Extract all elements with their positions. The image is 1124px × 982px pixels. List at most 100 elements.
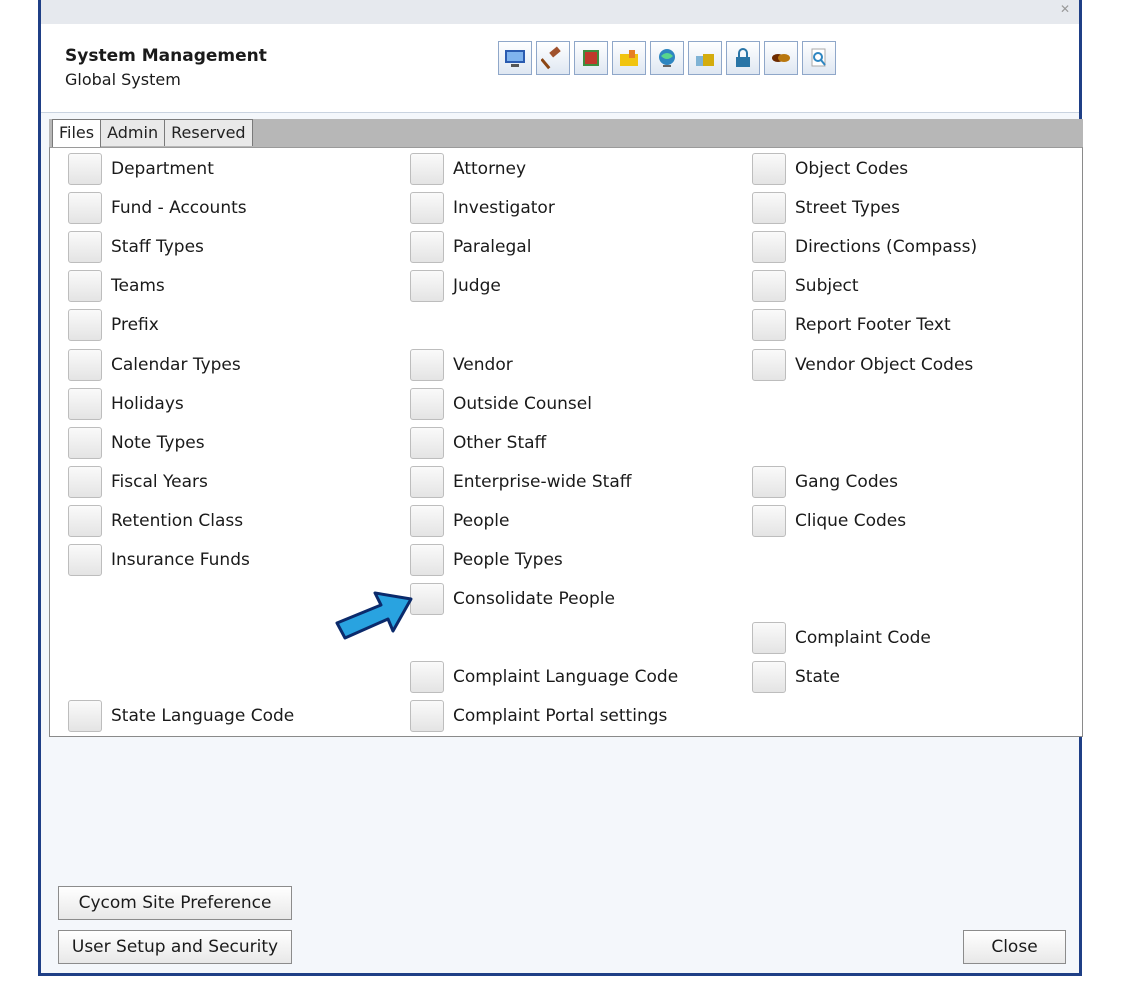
file-item-vendor[interactable]: Vendor <box>410 348 513 382</box>
file-item-note-types[interactable]: Note Types <box>68 426 205 460</box>
item-button[interactable] <box>410 700 444 733</box>
file-item-fiscal-years[interactable]: Fiscal Years <box>68 465 208 499</box>
gavel-icon[interactable] <box>536 41 570 75</box>
file-item-judge[interactable]: Judge <box>410 269 501 303</box>
book-icon[interactable] <box>574 41 608 75</box>
item-button[interactable] <box>752 153 786 185</box>
file-item-fund-accounts[interactable]: Fund - Accounts <box>68 191 247 225</box>
item-button[interactable] <box>752 270 786 303</box>
file-item-vendor-object-codes[interactable]: Vendor Object Codes <box>752 348 973 382</box>
file-item-staff-types[interactable]: Staff Types <box>68 230 204 264</box>
item-button[interactable] <box>752 231 786 264</box>
system-management-window: ✕ System Management Global System Files … <box>38 0 1083 976</box>
toolbar <box>498 41 836 77</box>
globe-icon[interactable] <box>650 41 684 75</box>
item-button[interactable] <box>410 465 444 498</box>
file-item-other-staff[interactable]: Other Staff <box>410 426 546 460</box>
item-button[interactable] <box>752 622 786 655</box>
item-button[interactable] <box>752 661 786 694</box>
file-item-object-codes[interactable]: Object Codes <box>752 152 908 186</box>
item-button[interactable] <box>68 270 102 303</box>
close-button[interactable]: Close <box>963 930 1066 964</box>
item-button[interactable] <box>68 387 102 420</box>
file-item-state[interactable]: State <box>752 660 840 694</box>
file-item-prefix[interactable]: Prefix <box>68 308 159 342</box>
user-setup-security-button[interactable]: User Setup and Security <box>58 930 292 964</box>
monitor-icon[interactable] <box>498 41 532 75</box>
item-label: Complaint Portal settings <box>453 706 668 727</box>
file-item-subject[interactable]: Subject <box>752 269 859 303</box>
file-item-gang-codes[interactable]: Gang Codes <box>752 465 898 499</box>
file-item-investigator[interactable]: Investigator <box>410 191 555 225</box>
item-button[interactable] <box>68 544 102 576</box>
file-item-complaint-code[interactable]: Complaint Code <box>752 621 931 655</box>
item-button[interactable] <box>68 700 102 733</box>
file-item-state-language-code[interactable]: State Language Code <box>68 699 294 733</box>
briefcase-icon[interactable] <box>688 41 722 75</box>
item-label: Calendar Types <box>111 354 241 375</box>
item-button[interactable] <box>410 544 444 576</box>
item-button[interactable] <box>752 309 786 342</box>
file-item-directions-compass[interactable]: Directions (Compass) <box>752 230 977 264</box>
item-button[interactable] <box>410 661 444 694</box>
file-item-street-types[interactable]: Street Types <box>752 191 900 225</box>
item-label: Staff Types <box>111 237 204 258</box>
page-subtitle: Global System <box>65 70 181 89</box>
file-item-retention-class[interactable]: Retention Class <box>68 504 243 538</box>
title-bar: ✕ <box>41 0 1079 24</box>
item-button[interactable] <box>410 348 444 381</box>
file-item-people[interactable]: People <box>410 504 509 538</box>
file-item-teams[interactable]: Teams <box>68 269 165 303</box>
item-label: Vendor <box>453 354 513 375</box>
item-button[interactable] <box>410 583 444 616</box>
file-item-consolidate-people[interactable]: Consolidate People <box>410 582 615 616</box>
item-button[interactable] <box>68 309 102 342</box>
item-button[interactable] <box>752 465 786 498</box>
item-button[interactable] <box>410 426 444 459</box>
file-item-attorney[interactable]: Attorney <box>410 152 526 186</box>
item-button[interactable] <box>68 504 102 537</box>
item-label: People Types <box>453 550 563 570</box>
magnifier-icon[interactable] <box>802 41 836 75</box>
item-button[interactable] <box>410 192 444 225</box>
handshake-icon[interactable] <box>764 41 798 75</box>
lock-icon[interactable] <box>726 41 760 75</box>
file-item-complaint-portal-settings[interactable]: Complaint Portal settings <box>410 699 667 733</box>
file-item-calendar-types[interactable]: Calendar Types <box>68 348 241 382</box>
folder-icon[interactable] <box>612 41 646 75</box>
item-label: Prefix <box>111 315 159 336</box>
item-button[interactable] <box>410 153 444 185</box>
item-label: Holidays <box>111 393 184 414</box>
item-button[interactable] <box>68 465 102 498</box>
item-button[interactable] <box>68 153 102 185</box>
tab-reserved[interactable]: Reserved <box>164 119 253 146</box>
item-button[interactable] <box>68 348 102 381</box>
file-item-holidays[interactable]: Holidays <box>68 387 184 421</box>
item-button[interactable] <box>410 231 444 264</box>
item-label: Paralegal <box>453 237 532 258</box>
item-label: State Language Code <box>111 706 295 727</box>
item-button[interactable] <box>752 504 786 537</box>
file-item-clique-codes[interactable]: Clique Codes <box>752 504 906 538</box>
file-item-people-types[interactable]: People Types <box>410 543 563 577</box>
item-button[interactable] <box>68 426 102 459</box>
item-button[interactable] <box>410 270 444 303</box>
cycom-site-preference-button[interactable]: Cycom Site Preference <box>58 886 292 920</box>
file-item-paralegal[interactable]: Paralegal <box>410 230 531 264</box>
item-button[interactable] <box>410 504 444 537</box>
item-button[interactable] <box>410 387 444 420</box>
tab-files[interactable]: Files <box>52 119 102 148</box>
file-item-report-footer-text[interactable]: Report Footer Text <box>752 308 951 342</box>
file-item-outside-counsel[interactable]: Outside Counsel <box>410 387 592 421</box>
file-item-insurance-funds[interactable]: Insurance Funds <box>68 543 250 577</box>
tab-admin[interactable]: Admin <box>100 119 166 146</box>
file-item-enterprise-wide-staff[interactable]: Enterprise-wide Staff <box>410 465 631 499</box>
item-button[interactable] <box>752 348 786 381</box>
item-button[interactable] <box>68 231 102 264</box>
item-button[interactable] <box>752 192 786 225</box>
file-item-department[interactable]: Department <box>68 152 214 186</box>
file-item-complaint-language-code[interactable]: Complaint Language Code <box>410 660 678 694</box>
window-close-icon[interactable]: ✕ <box>1055 0 1075 20</box>
item-button[interactable] <box>68 192 102 225</box>
page-title: System Management <box>65 46 267 66</box>
